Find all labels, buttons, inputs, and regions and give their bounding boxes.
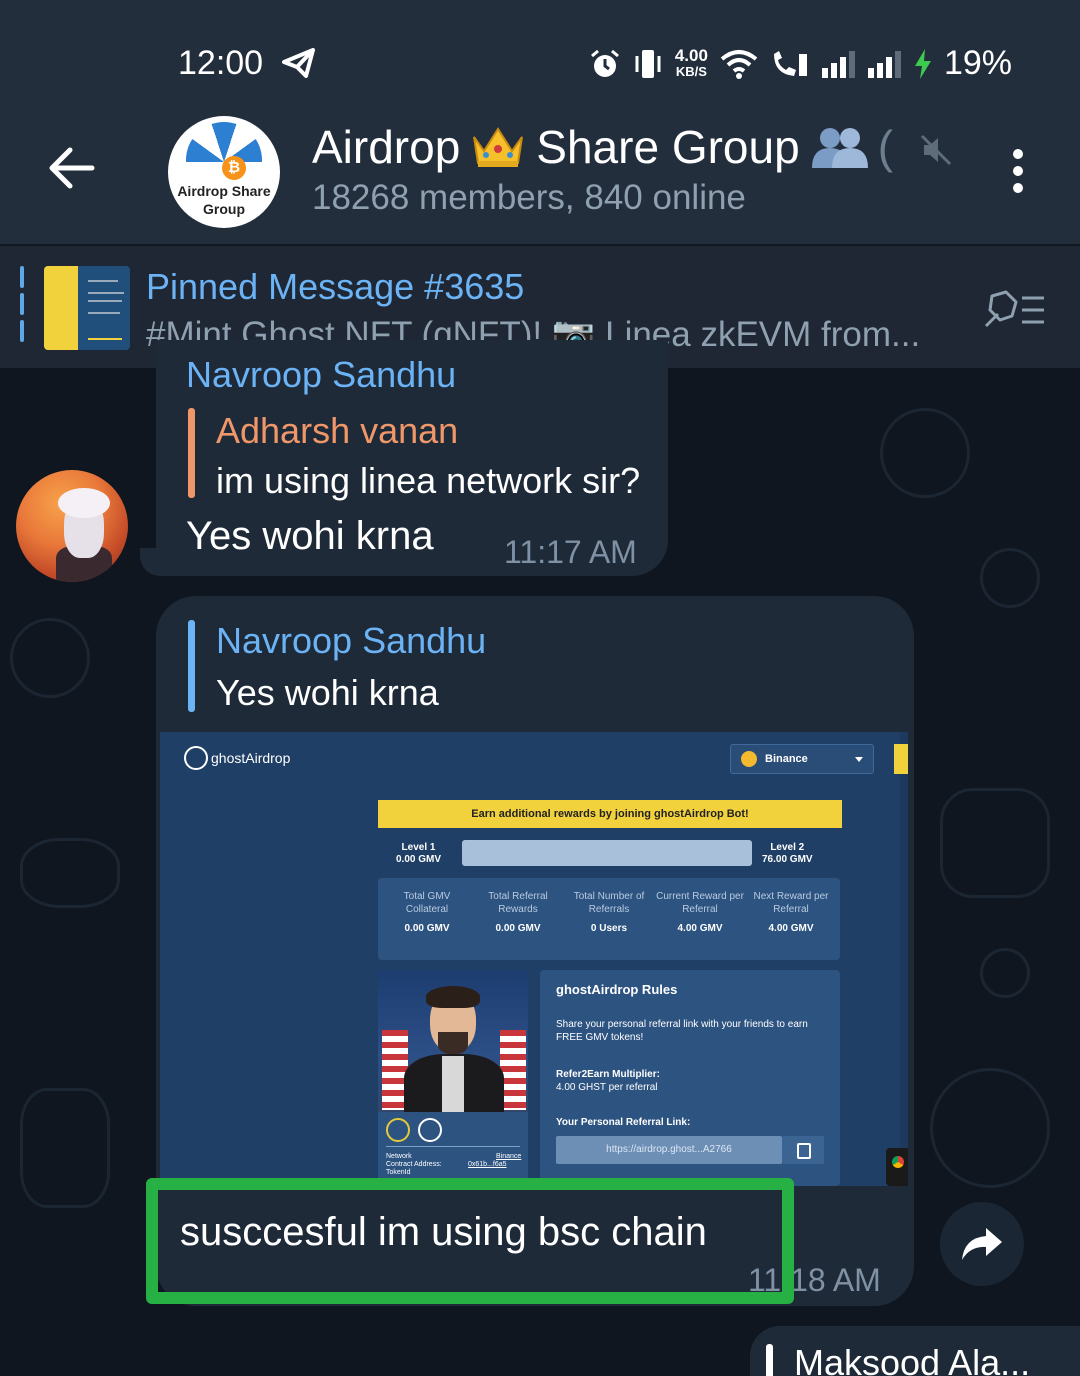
level1: Level 1 0.00 GMV xyxy=(396,842,442,865)
earn-banner: Earn additional rewards by joining ghost… xyxy=(378,800,842,828)
stat-item: Total Number of Referrals 0 Users xyxy=(573,891,645,934)
message-text: Yes wohi krna xyxy=(186,514,434,558)
wifi-calling-icon xyxy=(773,50,807,76)
stats-panel: Total GMV Collateral 0.00 GMV Total Refer… xyxy=(378,878,840,960)
net-speed: 4.00 KB/S xyxy=(674,45,708,80)
stat-item: Total GMV Collateral 0.00 GMV xyxy=(403,891,451,934)
copy-icon xyxy=(782,1136,824,1164)
pinned-title: Pinned Message #3635 xyxy=(146,266,525,307)
nft-portrait xyxy=(378,970,528,1112)
info-tokenid-row: TokenId xyxy=(386,1169,411,1176)
rules-panel: ghostAirdrop Rules Share your personal r… xyxy=(540,970,840,1186)
status-bar: 12:00 4.00 KB/S 19% xyxy=(0,40,1080,90)
level2: Level 2 76.00 GMV xyxy=(762,842,813,865)
rules-text-3-title: Your Personal Referral Link: xyxy=(556,1117,691,1128)
level-progress-bar xyxy=(462,840,752,866)
highlight-box xyxy=(146,1178,794,1304)
alarm-icon xyxy=(590,49,619,77)
chat-title-part1: Airdrop xyxy=(312,121,461,173)
chat-header[interactable]: ₿ Airdrop Share Group Airdrop Share Grou… xyxy=(0,112,1080,232)
status-icons: 4.00 KB/S 19% xyxy=(589,44,1012,83)
chevron-down-icon xyxy=(855,757,863,762)
badge-icon xyxy=(386,1118,410,1142)
pinned-thumbnail xyxy=(44,266,130,350)
rules-title: ghostAirdrop Rules xyxy=(556,982,678,997)
shot-yellow-button xyxy=(894,744,908,774)
umbrella-icon xyxy=(186,122,262,162)
chrome-icon xyxy=(886,1148,908,1186)
more-menu-icon[interactable] xyxy=(1008,148,1028,194)
stat-item: Current Reward per Referral 4.00 GMV xyxy=(656,891,744,934)
rules-text-2-title: Refer2Earn Multiplier: xyxy=(556,1069,660,1080)
reply-bar xyxy=(188,620,195,712)
battery-percent: 19% xyxy=(943,44,1012,82)
chat-title-part2: Share Group xyxy=(536,121,800,173)
nft-info: Network Binance Contract Address: 0x61b...… xyxy=(378,1112,528,1186)
group-avatar-text: Airdrop Share Group xyxy=(177,183,271,217)
mute-icon xyxy=(920,134,952,166)
chat-title[interactable]: Airdrop Share Group ( xyxy=(312,120,893,174)
reply-text[interactable]: Yes wohi krna xyxy=(216,672,439,714)
signal-icon-2 xyxy=(867,50,901,78)
ghostairdrop-logo: ghostAirdrop xyxy=(184,746,290,770)
rules-text-1: Share your personal referral link with y… xyxy=(556,1019,808,1043)
network-select-value: Binance xyxy=(765,753,808,765)
user-avatar[interactable] xyxy=(16,470,128,582)
top-bar: 12:00 4.00 KB/S 19% ₿ Airdrop Share Grou… xyxy=(0,0,1080,244)
binance-icon xyxy=(741,751,757,767)
charging-icon xyxy=(914,48,931,79)
message-bubble[interactable]: Maksood Ala... xyxy=(750,1326,1080,1376)
net-speed-value: 4.00 xyxy=(674,45,708,65)
bitcoin-icon: ₿ xyxy=(222,156,246,180)
message-time: 11:17 AM xyxy=(504,534,637,570)
reply-sender[interactable]: Adharsh vanan xyxy=(216,410,458,452)
attached-image[interactable]: ghostAirdrop Binance Earn additional rew… xyxy=(160,732,908,1186)
referral-link-field: https://airdrop.ghost...A2766 xyxy=(556,1136,782,1164)
rules-text-2: 4.00 GHST per referral xyxy=(556,1082,658,1093)
net-speed-unit: KB/S xyxy=(675,63,707,79)
network-select: Binance xyxy=(730,744,874,774)
people-icon xyxy=(811,128,868,168)
share-arrow-icon xyxy=(962,1228,1002,1260)
ghost-logo-icon xyxy=(184,746,208,770)
reply-bar xyxy=(188,408,195,498)
reply-bar xyxy=(766,1344,773,1376)
pinned-list-icon[interactable] xyxy=(982,290,1046,330)
reply-sender[interactable]: Navroop Sandhu xyxy=(216,620,486,662)
reply-text[interactable]: im using linea network sir? xyxy=(216,460,640,502)
crown-icon xyxy=(473,127,524,167)
signal-icon-1 xyxy=(821,50,855,78)
message-sender[interactable]: Navroop Sandhu xyxy=(186,354,456,396)
stat-item: Total Referral Rewards 0.00 GMV xyxy=(488,891,548,934)
chat-subtitle: 18268 members, 840 online xyxy=(312,178,746,217)
telegram-icon xyxy=(282,48,315,78)
verified-icon xyxy=(418,1118,442,1142)
back-arrow-icon[interactable] xyxy=(46,142,98,194)
wifi-icon xyxy=(720,49,758,79)
message-sender[interactable]: Maksood Ala... xyxy=(794,1342,1030,1376)
share-button[interactable] xyxy=(940,1202,1024,1286)
chat-title-paren: ( xyxy=(877,121,894,173)
logo-text: ghostAirdrop xyxy=(211,750,291,766)
stat-item: Next Reward per Referral 4.00 GMV xyxy=(753,891,829,934)
status-time: 12:00 xyxy=(178,44,264,82)
pinned-indicator xyxy=(20,266,26,350)
group-avatar[interactable]: ₿ Airdrop Share Group xyxy=(168,116,280,228)
vibrate-icon xyxy=(635,49,661,78)
